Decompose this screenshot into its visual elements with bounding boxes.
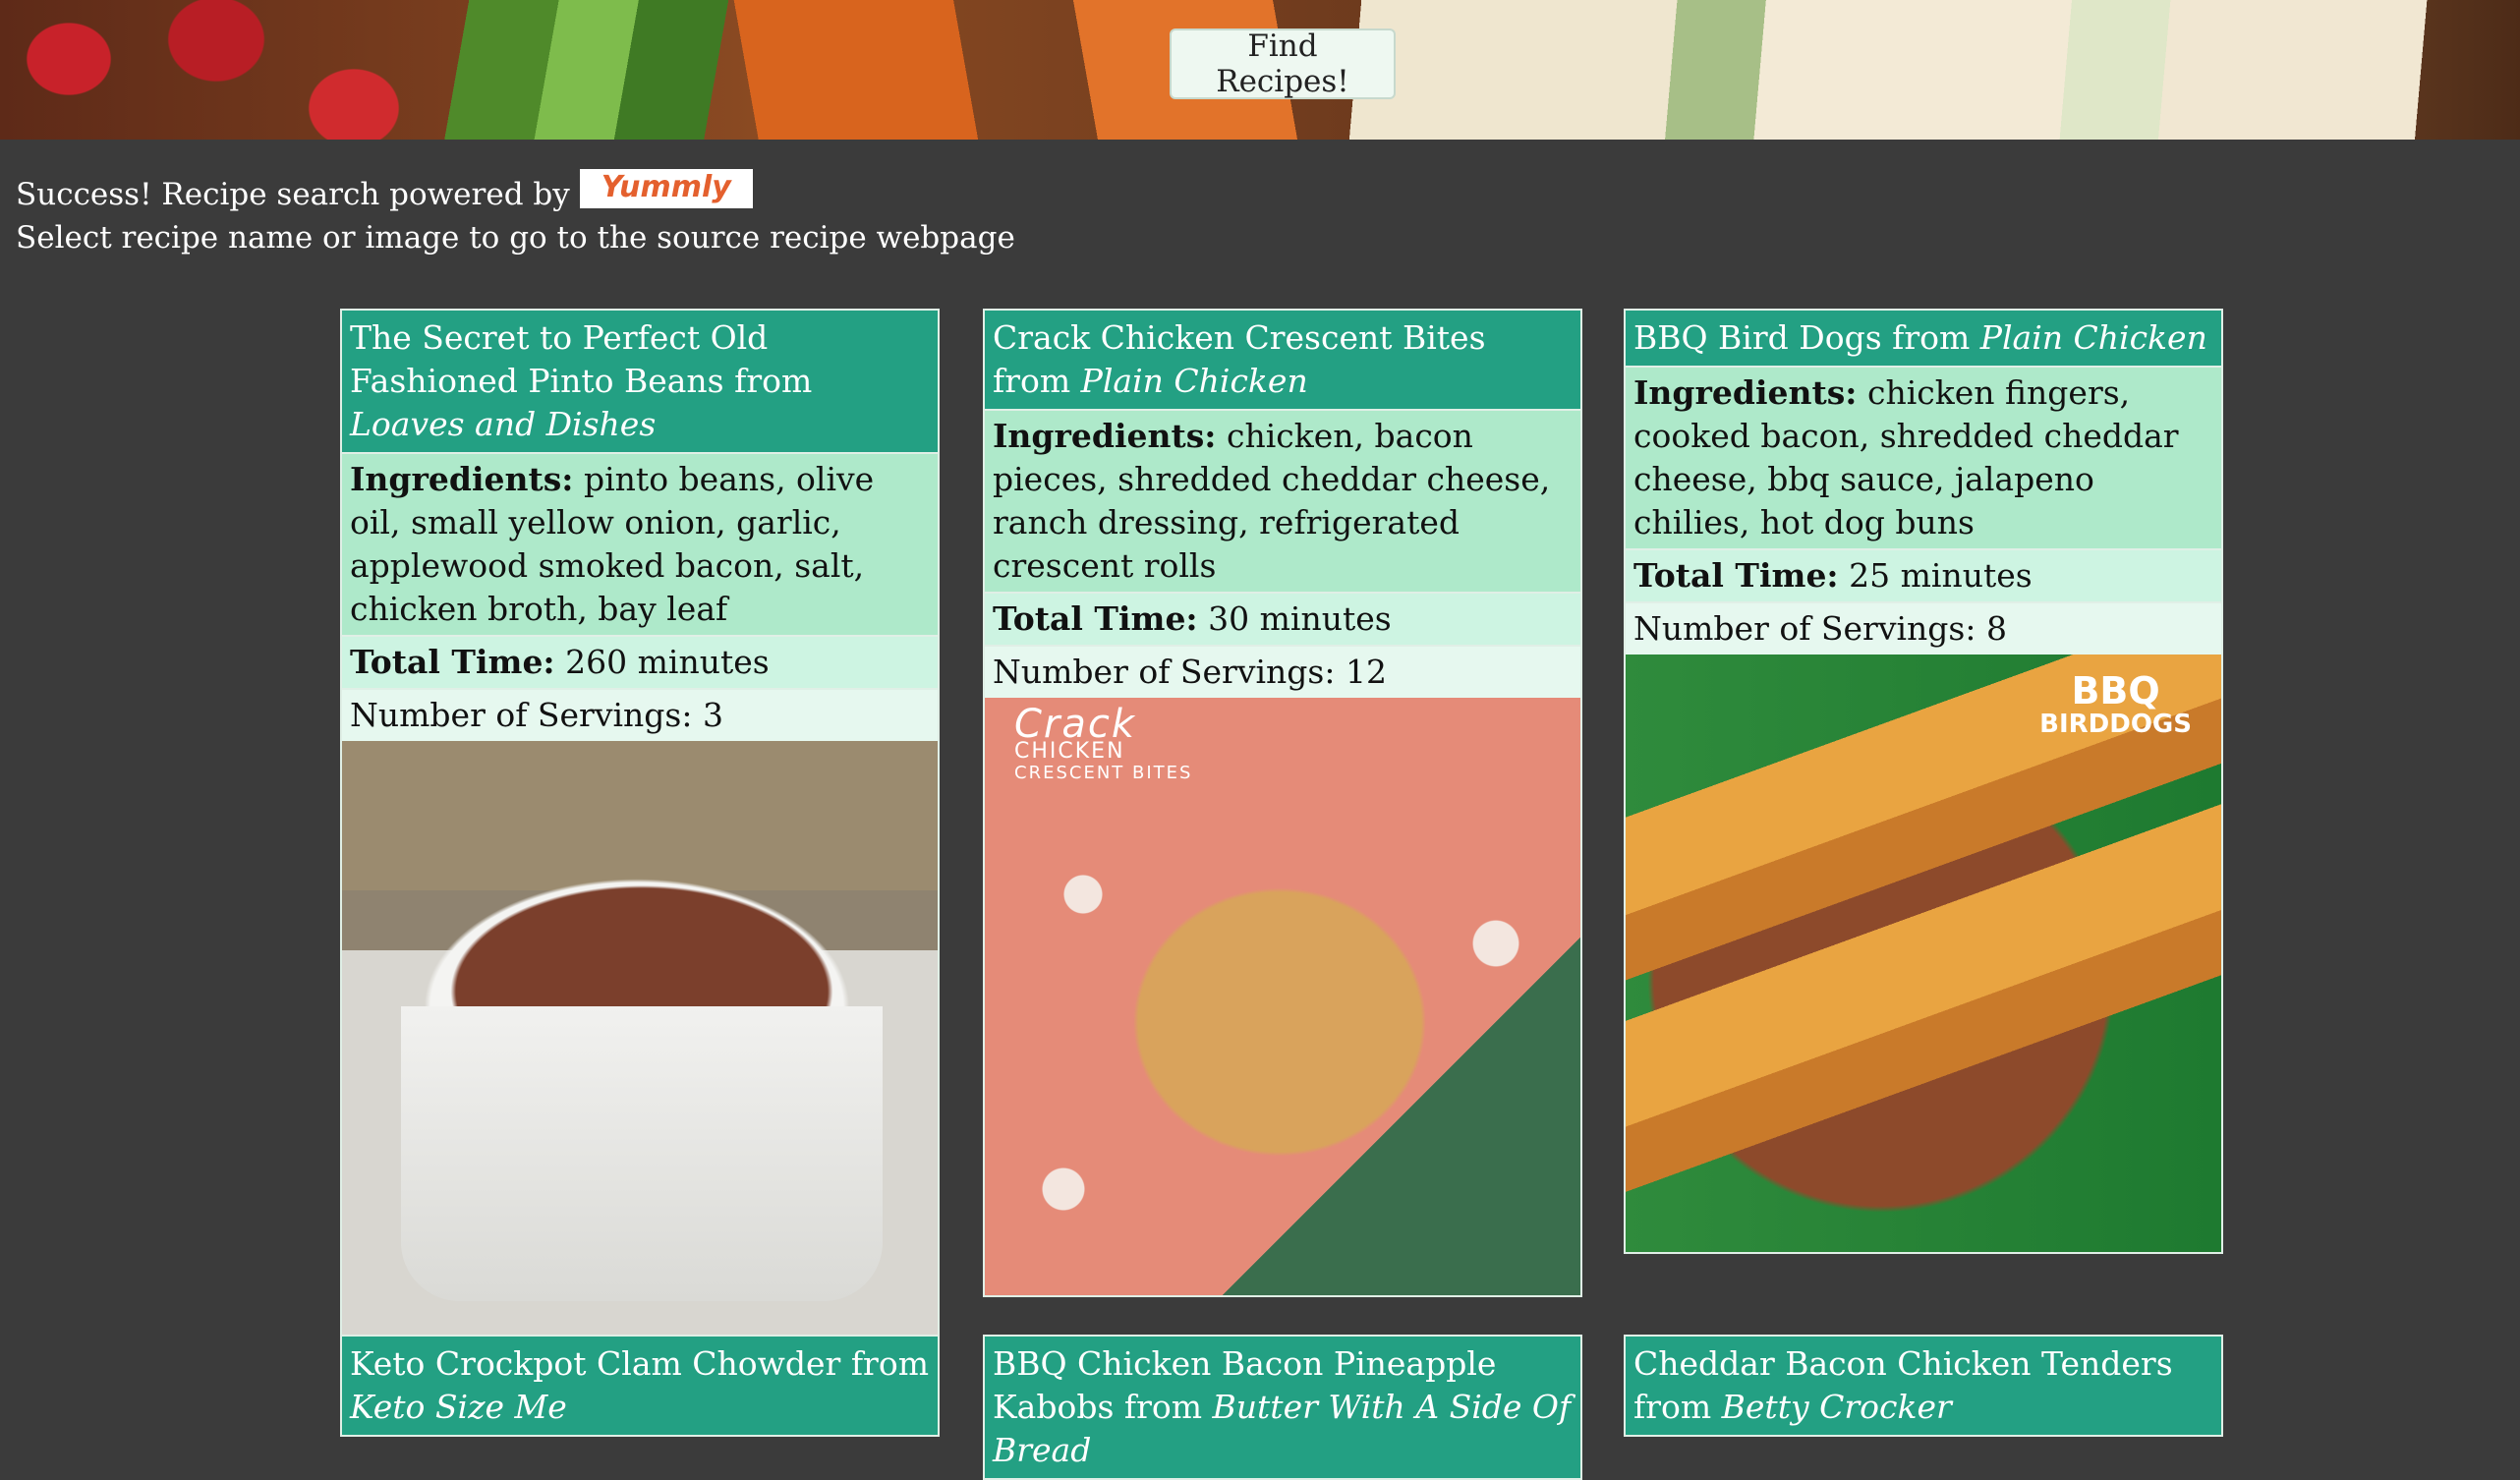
recipe-title[interactable]: Crack Chicken Crescent Bites from Plain … [985, 311, 1580, 409]
recipe-name[interactable]: The Secret to Perfect Old Fashioned Pint… [350, 318, 768, 400]
recipe-source: Betty Crocker [1721, 1388, 1952, 1426]
recipe-card: Keto Crockpot Clam Chowder from Keto Siz… [340, 1335, 940, 1437]
recipe-title[interactable]: The Secret to Perfect Old Fashioned Pint… [342, 311, 938, 452]
recipe-ingredients: Ingredients: chicken fingers, cooked bac… [1626, 366, 2221, 548]
recipe-name[interactable]: BBQ Bird Dogs [1633, 318, 1882, 357]
recipe-card: Cheddar Bacon Chicken Tenders from Betty… [1624, 1335, 2223, 1437]
recipe-card: BBQ Bird Dogs from Plain Chicken Ingredi… [1624, 309, 2223, 1254]
total-time-label: Total Time: [993, 599, 1198, 638]
recipe-image-crescent-bites[interactable]: Crack CHICKEN CRESCENT BITES [985, 698, 1580, 1295]
recipe-ingredients: Ingredients: pinto beans, olive oil, sma… [342, 452, 938, 635]
recipe-ingredients: Ingredients: chicken, bacon pieces, shre… [985, 409, 1580, 592]
recipe-name[interactable]: Keto Crockpot Clam Chowder [350, 1344, 840, 1383]
recipe-title[interactable]: BBQ Bird Dogs from Plain Chicken [1626, 311, 2221, 366]
ingredients-label: Ingredients: [350, 460, 574, 498]
recipe-servings: Number of Servings: 3 [342, 688, 938, 741]
recipe-servings: Number of Servings: 8 [1626, 601, 2221, 655]
find-recipes-button[interactable]: Find Recipes! [1170, 28, 1396, 99]
recipe-total-time: Total Time: 25 minutes [1626, 548, 2221, 601]
image-text-line: Crack [1014, 702, 1137, 747]
recipe-name[interactable]: Crack Chicken Crescent Bites [993, 318, 1486, 357]
recipe-source: Keto Size Me [350, 1388, 567, 1426]
recipe-card: Crack Chicken Crescent Bites from Plain … [983, 309, 1582, 1297]
instruction-text: Select recipe name or image to go to the… [16, 220, 1015, 256]
servings-label: Number of Servings: [1633, 609, 1976, 648]
servings-label: Number of Servings: [993, 653, 1336, 691]
header-banner: Find Recipes! [0, 0, 2520, 140]
from-label: from [1892, 318, 1971, 357]
recipe-image-bird-dogs[interactable]: BBQ BIRDDOGS [1626, 655, 2221, 1252]
recipe-card: BBQ Chicken Bacon Pineapple Kabobs from … [983, 1335, 1582, 1480]
recipe-title[interactable]: BBQ Chicken Bacon Pineapple Kabobs from … [985, 1337, 1580, 1478]
from-label: from [1633, 1388, 1712, 1426]
recipe-name[interactable]: Cheddar Bacon Chicken Tenders [1633, 1344, 2173, 1383]
servings-value: 12 [1345, 653, 1387, 691]
recipe-source: Plain Chicken [1080, 362, 1308, 400]
total-time-value: 260 minutes [565, 643, 770, 681]
servings-label: Number of Servings: [350, 696, 693, 734]
total-time-value: 30 minutes [1208, 599, 1392, 638]
image-overlay-text: BBQ BIRDDOGS [2039, 669, 2192, 741]
servings-value: 3 [702, 696, 723, 734]
recipe-source: Loaves and Dishes [350, 405, 657, 443]
recipe-servings: Number of Servings: 12 [985, 645, 1580, 698]
recipe-title[interactable]: Keto Crockpot Clam Chowder from Keto Siz… [342, 1337, 938, 1435]
ingredients-label: Ingredients: [993, 417, 1217, 455]
image-text-line: CHICKEN [1014, 739, 1125, 764]
recipe-source: Plain Chicken [1979, 318, 2207, 357]
from-label: from [1123, 1388, 1203, 1426]
recipe-total-time: Total Time: 30 minutes [985, 592, 1580, 645]
image-text-line: CRESCENT BITES [1014, 763, 1193, 783]
recipe-image-pinto-beans[interactable] [342, 741, 938, 1338]
search-status: Success! Recipe search powered by Yummly… [16, 169, 1015, 259]
from-label: from [993, 362, 1071, 400]
recipe-card: The Secret to Perfect Old Fashioned Pint… [340, 309, 940, 1340]
ingredients-label: Ingredients: [1633, 373, 1858, 412]
servings-value: 8 [1985, 609, 2007, 648]
total-time-label: Total Time: [350, 643, 555, 681]
recipe-title[interactable]: Cheddar Bacon Chicken Tenders from Betty… [1626, 1337, 2221, 1435]
from-label: from [850, 1344, 929, 1383]
recipe-total-time: Total Time: 260 minutes [342, 635, 938, 688]
image-text-line: BIRDDOGS [2039, 710, 2192, 739]
success-message: Success! Recipe search powered by [16, 177, 570, 212]
total-time-value: 25 minutes [1849, 556, 2033, 595]
yummly-logo[interactable]: Yummly [579, 169, 753, 208]
from-label: from [734, 362, 813, 400]
total-time-label: Total Time: [1633, 556, 1839, 595]
image-text-line: BBQ [2071, 669, 2160, 712]
image-overlay-text: Crack CHICKEN CRESCENT BITES [1014, 705, 1193, 784]
